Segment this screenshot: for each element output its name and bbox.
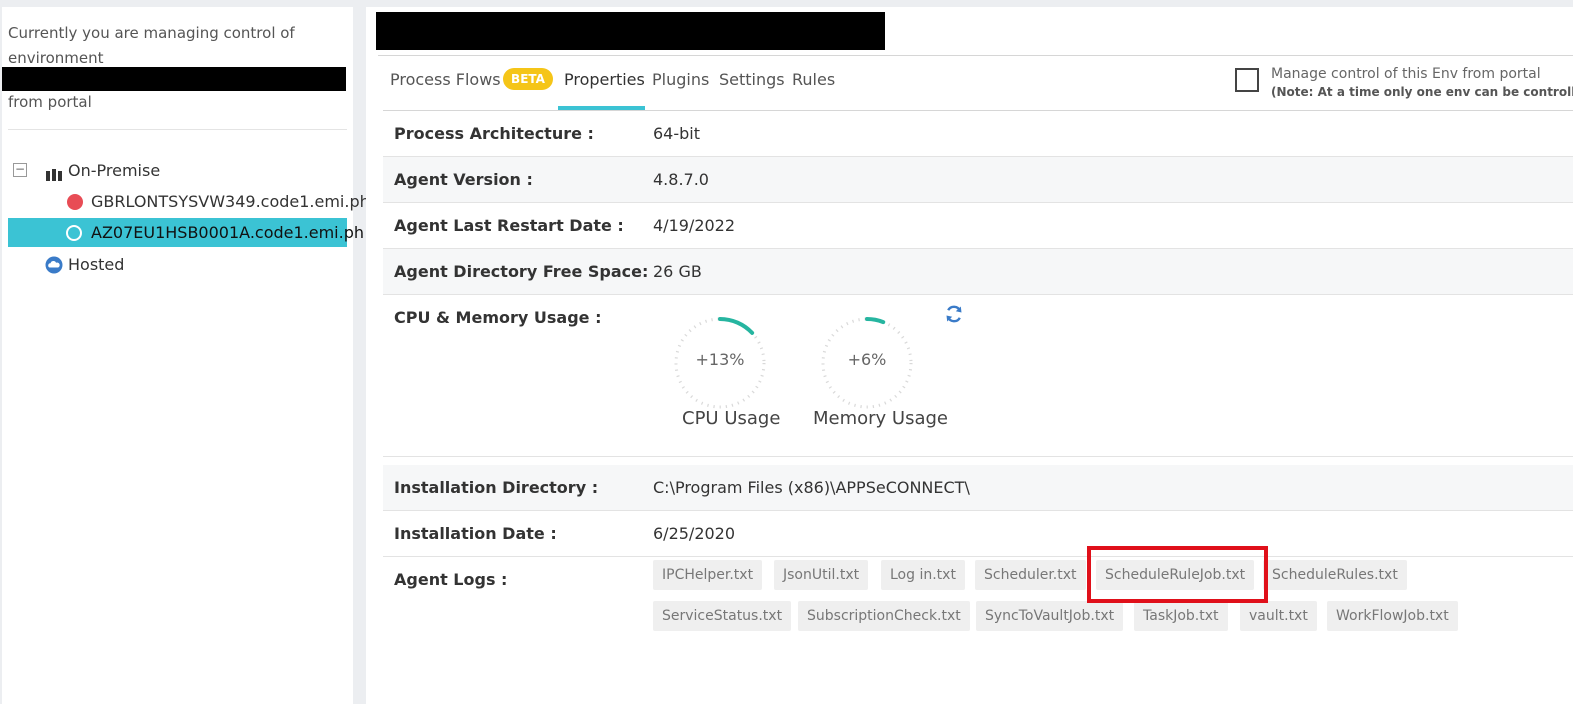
log-file-ipchelper[interactable]: IPCHelper.txt — [653, 560, 763, 590]
tab-settings[interactable]: Settings — [719, 70, 785, 89]
log-file-servicestatus[interactable]: ServiceStatus.txt — [653, 601, 792, 631]
status-offline-icon — [67, 194, 83, 210]
log-file-jsonutil[interactable]: JsonUtil.txt — [774, 560, 869, 590]
log-file-taskjob[interactable]: TaskJob.txt — [1134, 601, 1228, 631]
tree-item-server-1[interactable]: GBRLONTSYSVW349.code1.emi.ph — [91, 192, 370, 211]
table-row: Installation Directory : C:\Program File… — [383, 465, 1573, 511]
property-value: 6/25/2020 — [653, 524, 736, 543]
tab-plugins[interactable]: Plugins — [652, 70, 709, 89]
tree-item-hosted[interactable]: Hosted — [68, 255, 124, 274]
refresh-icon[interactable] — [944, 304, 964, 329]
table-row: Agent Last Restart Date : 4/19/2022 — [383, 203, 1573, 249]
tree-item-on-premise[interactable]: On-Premise — [68, 161, 160, 180]
property-label: Installation Date : — [394, 524, 557, 543]
property-label: Agent Last Restart Date : — [394, 216, 624, 235]
table-row: Agent Directory Free Space: 26 GB — [383, 249, 1573, 295]
cpu-usage-value: +13% — [695, 350, 745, 369]
property-label: Agent Directory Free Space: — [394, 262, 649, 281]
memory-usage-caption: Memory Usage — [813, 408, 949, 429]
log-file-workflowjob[interactable]: WorkFlowJob.txt — [1327, 601, 1458, 631]
status-online-icon — [66, 225, 82, 241]
manage-control-note: (Note: At a time only one env can be con… — [1271, 85, 1573, 99]
table-row: CPU & Memory Usage : +13% CPU Usage +6% … — [383, 295, 1573, 457]
divider — [8, 129, 347, 130]
memory-usage-value: +6% — [847, 350, 887, 369]
cpu-gauge: +13% — [670, 313, 770, 413]
cpu-usage-caption: CPU Usage — [682, 408, 781, 429]
managing-message-suffix: from portal — [8, 93, 92, 111]
property-label: Installation Directory : — [394, 478, 599, 497]
log-file-subscriptioncheck[interactable]: SubscriptionCheck.txt — [798, 601, 970, 631]
tab-process-flows[interactable]: Process Flows — [390, 70, 501, 89]
property-value: 4/19/2022 — [653, 216, 736, 235]
table-row: Process Architecture : 64-bit — [383, 111, 1573, 157]
environment-panel: Currently you are managing control of en… — [2, 7, 370, 704]
details-panel: Process Flows BETA Properties Plugins Se… — [366, 7, 1573, 704]
highlight-box — [1087, 546, 1268, 603]
tab-properties[interactable]: Properties — [564, 70, 645, 89]
collapse-toggle-icon[interactable]: − — [13, 163, 27, 177]
managing-message: Currently you are managing control of en… — [8, 24, 295, 67]
tab-rules[interactable]: Rules — [792, 70, 835, 89]
log-file-scheduler[interactable]: Scheduler.txt — [975, 560, 1086, 590]
server-rack-icon — [46, 166, 62, 185]
divider — [378, 55, 1573, 56]
property-value: C:\Program Files (x86)\APPSeCONNECT\ — [653, 478, 970, 497]
redacted-title — [376, 12, 885, 50]
manage-control-label: Manage control of this Env from portal — [1271, 66, 1541, 82]
property-label: Process Architecture : — [394, 124, 594, 143]
property-value: 26 GB — [653, 262, 702, 281]
manage-control-checkbox[interactable] — [1235, 68, 1259, 92]
property-value: 4.8.7.0 — [653, 170, 709, 189]
redacted-environment-name — [2, 67, 346, 91]
beta-badge: BETA — [503, 68, 553, 90]
property-label: CPU & Memory Usage : — [394, 308, 602, 327]
table-row: Installation Date : 6/25/2020 — [383, 511, 1573, 557]
property-label: Agent Version : — [394, 170, 533, 189]
property-label: Agent Logs : — [394, 570, 508, 589]
property-value: 64-bit — [653, 124, 701, 143]
log-file-schedulerules[interactable]: ScheduleRules.txt — [1263, 560, 1407, 590]
log-file-login[interactable]: Log in.txt — [881, 560, 965, 590]
log-file-synctovaultjob[interactable]: SyncToVaultJob.txt — [976, 601, 1124, 631]
log-file-vault[interactable]: vault.txt — [1240, 601, 1317, 631]
tree-item-server-2[interactable]: AZ07EU1HSB0001A.code1.emi.ph — [91, 223, 364, 242]
memory-gauge: +6% — [817, 313, 917, 413]
cloud-icon — [45, 256, 63, 278]
table-row: Agent Version : 4.8.7.0 — [383, 157, 1573, 203]
